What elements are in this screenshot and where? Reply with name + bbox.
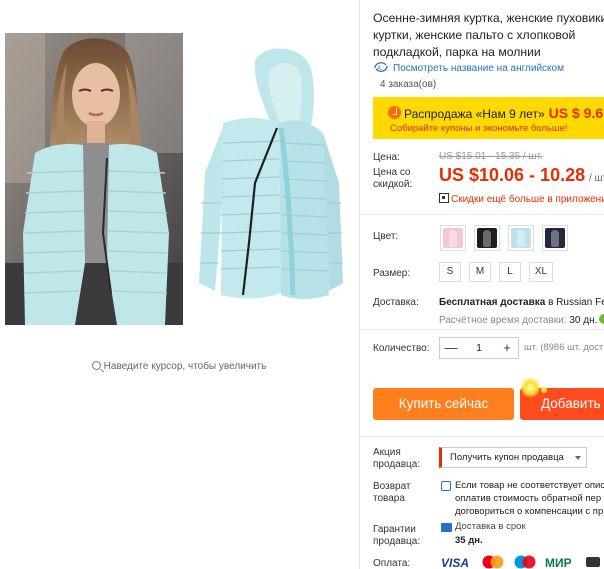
maestro-logo xyxy=(514,555,536,569)
main-product-image[interactable] xyxy=(5,33,355,325)
visa-logo: VISA xyxy=(441,556,469,569)
quantity-decrease-button[interactable]: — xyxy=(440,338,462,358)
stock-available: шт. (8986 шт. дост xyxy=(524,342,604,353)
shipping-value[interactable]: Бесплатная доставка в Russian Fed xyxy=(439,297,604,308)
seller-coupon-text: Получить купон продавца xyxy=(450,452,564,463)
info-icon[interactable] xyxy=(599,314,604,324)
returns-label: Возврат товара xyxy=(373,481,411,504)
sparkle-dot-icon xyxy=(541,387,547,393)
size-label: Размер: xyxy=(373,268,411,279)
product-gallery: Наведите курсор, чтобы увеличить xyxy=(0,0,358,569)
swatch-fill xyxy=(443,228,463,248)
returns-policy-text: Если товар не соответствует опис оплатив… xyxy=(455,479,604,518)
quantity-input[interactable] xyxy=(462,338,496,358)
price-unit: / шт. xyxy=(589,173,604,184)
sale-title: Распродажа «Нам 9 лет» xyxy=(404,107,545,121)
magnifier-icon xyxy=(91,361,101,370)
size-option-s[interactable]: S xyxy=(439,262,461,282)
color-swatch-light-blue[interactable] xyxy=(508,225,534,251)
seller-promo-label: Акция продавца: xyxy=(373,447,421,470)
size-option-m[interactable]: M xyxy=(469,262,491,282)
quantity-label: Количество: xyxy=(373,343,430,354)
divider xyxy=(360,329,604,330)
product-title: Осенне-зимняя куртка, женские пуховики, … xyxy=(373,11,604,59)
color-swatch-pink[interactable] xyxy=(440,225,466,251)
seller-coupon-dropdown[interactable]: Получить купон продавца xyxy=(439,447,587,468)
model-photo xyxy=(5,33,183,325)
mastercard-logo xyxy=(482,555,504,569)
payment-more-icon xyxy=(586,557,600,567)
chevron-down-icon xyxy=(575,456,581,460)
shipping-destination: в Russian Fed xyxy=(548,297,604,308)
sale-price: US $ 9.61 xyxy=(548,105,604,121)
shipping-label: Доставка: xyxy=(373,297,419,308)
orders-count: 4 заказа(ов) xyxy=(380,79,437,90)
discount-price-label: Цена со скидкой: xyxy=(373,167,413,190)
price-label: Цена: xyxy=(373,152,400,163)
size-option-xl[interactable]: XL xyxy=(529,262,553,282)
guarantee-days: 35 дн. xyxy=(455,535,483,546)
divider xyxy=(360,436,604,437)
returns-line: оплатив стоимость обратной пер xyxy=(455,493,602,504)
delivery-estimate-value: 30 дн. xyxy=(569,315,598,326)
swatch-fill xyxy=(477,228,497,248)
quantity-stepper: — + xyxy=(439,337,519,359)
color-swatch-navy[interactable] xyxy=(542,225,568,251)
sale-badge-icon xyxy=(388,106,401,119)
payment-label: Оплата: xyxy=(373,558,411,569)
color-label: Цвет: xyxy=(373,231,399,242)
translate-icon: A xyxy=(374,62,388,72)
old-price: US $15.01 - 15.35 / шт. xyxy=(439,151,543,162)
delivery-estimate-label: Расчётное время доставки: xyxy=(439,315,567,326)
translate-title-link[interactable]: A Посмотреть название на английском xyxy=(373,61,564,74)
delivery-truck-icon xyxy=(441,523,452,532)
size-option-l[interactable]: L xyxy=(499,262,521,282)
svg-text:A: A xyxy=(377,66,381,72)
product-photo xyxy=(183,33,355,325)
swatch-fill xyxy=(545,228,565,248)
translate-link-text[interactable]: Посмотреть название на английском xyxy=(393,63,564,74)
sparkle-icon xyxy=(523,380,538,395)
divider xyxy=(360,214,604,215)
quantity-increase-button[interactable]: + xyxy=(496,338,518,358)
return-policy-icon xyxy=(441,481,451,491)
product-info-panel: Осенне-зимняя куртка, женские пуховики, … xyxy=(360,0,604,569)
swatch-fill xyxy=(511,228,531,248)
mir-logo: МИР xyxy=(545,556,572,569)
color-swatch-black[interactable] xyxy=(474,225,500,251)
guarantee-text: Доставка в срок xyxy=(455,521,526,532)
returns-line: договориться о компенсации с пр xyxy=(455,506,604,517)
qr-code-icon xyxy=(439,193,449,203)
free-shipping-text: Бесплатная доставка xyxy=(439,297,546,308)
guarantee-label: Гарантии продавца: xyxy=(373,524,421,547)
discount-price: US $10.06 - 10.28 xyxy=(439,165,586,185)
zoom-hint-text: Наведите курсор, чтобы увеличить xyxy=(103,361,267,372)
buy-now-button[interactable]: Купить сейчас xyxy=(373,388,514,420)
sale-title-row: Распродажа «Нам 9 лет»US $ 9.61 xyxy=(404,105,604,121)
returns-line: Если товар не соответствует опис xyxy=(455,480,604,491)
sale-banner[interactable]: Распродажа «Нам 9 лет»US $ 9.61 Собирайт… xyxy=(373,97,604,139)
delivery-estimate: Расчётное время доставки: 30 дн. xyxy=(439,314,604,326)
app-discount-link[interactable]: Скидки ещё больше в приложении xyxy=(439,193,604,205)
sale-subtitle: Собирайте купоны и экономьте больше! xyxy=(390,123,568,134)
svg-text:МИР: МИР xyxy=(545,556,572,569)
zoom-hint: Наведите курсор, чтобы увеличить xyxy=(0,361,358,372)
app-discount-text[interactable]: Скидки ещё больше в приложении xyxy=(451,194,604,205)
svg-text:VISA: VISA xyxy=(441,556,469,569)
